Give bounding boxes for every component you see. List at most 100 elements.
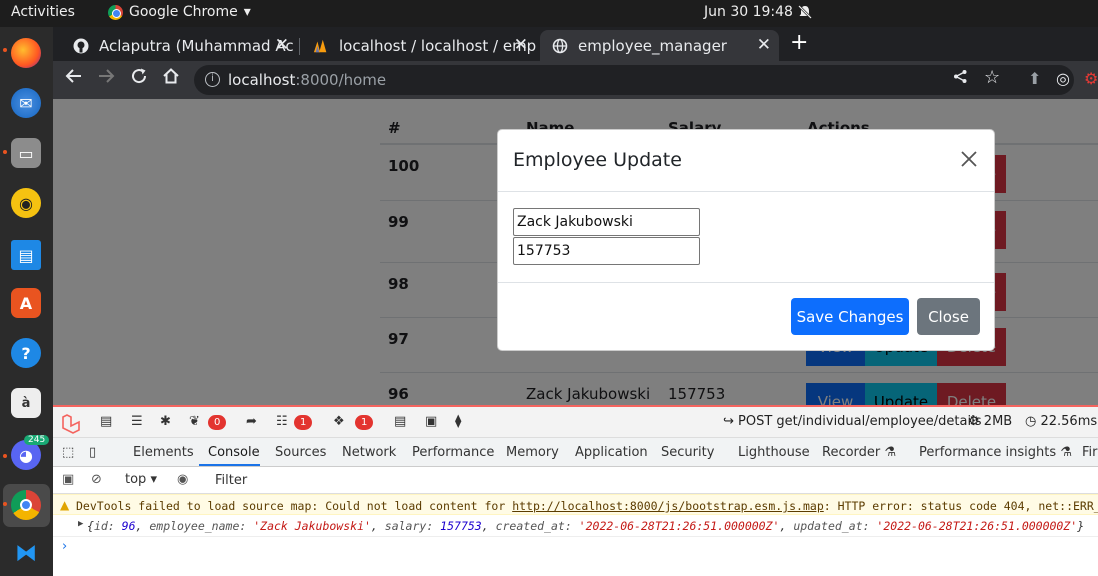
views-leaf-icon[interactable]: ❦ (189, 414, 200, 429)
github-icon (73, 38, 89, 54)
close-tab-icon[interactable]: ✕ (514, 35, 528, 55)
extension-icon[interactable]: ⚙ (1084, 69, 1098, 88)
inspect-element-icon[interactable]: ⬚ (62, 445, 74, 460)
chrome-dock-icon[interactable] (11, 490, 41, 520)
tab-sources[interactable]: Sources (275, 445, 326, 460)
reload-button[interactable] (130, 67, 148, 90)
tab-security[interactable]: Security (661, 445, 714, 460)
tab-network[interactable]: Network (342, 445, 396, 460)
chevron-down-icon: ▾ (243, 4, 251, 20)
live-expression-eye-icon[interactable]: ◉ (177, 472, 188, 487)
devtools-tab-strip: ⬚ ▯ Elements Console Sources Network Per… (53, 438, 1098, 467)
exceptions-bug-icon[interactable]: ✱ (160, 414, 171, 429)
tab-performance[interactable]: Performance (412, 445, 494, 460)
recorder-extension-icon[interactable]: ◎ (1056, 69, 1070, 88)
request-tags-icon[interactable]: ⧫ (455, 414, 461, 429)
tab-title: employee_manager (578, 36, 727, 55)
new-tab-button[interactable]: + (790, 30, 808, 55)
sidebar-toggle-icon[interactable]: ▣ (62, 472, 74, 487)
warning-icon: ▲ (60, 498, 70, 512)
messages-panel-icon[interactable]: ▤ (100, 414, 112, 429)
context-selector[interactable]: top ▾ (125, 472, 157, 487)
software-icon[interactable]: A (11, 288, 41, 318)
timeline-panel-icon[interactable]: ☰ (131, 414, 143, 429)
app-name: Google Chrome (129, 4, 238, 20)
address-bar[interactable]: i localhost:8000/home ☆ (194, 65, 1074, 95)
vscode-icon[interactable]: ⧓ (11, 538, 41, 568)
bell-off-icon[interactable] (797, 4, 813, 24)
models-cubes-icon[interactable]: ❖ (333, 414, 345, 429)
devtools-panel: ▤ ☰ ✱ ❦ 0 ➦ ☷ 1 ❖ 1 ▤ ▣ ⧫ ↪ POST get/ind… (53, 405, 1098, 576)
files-icon[interactable]: ▭ (11, 138, 41, 168)
employee-name-input[interactable] (513, 208, 700, 236)
mail-panel-icon[interactable]: ▤ (394, 414, 406, 429)
console-log-entry[interactable]: ▶ {id: 96, employee_name: 'Zack Jakubows… (53, 515, 1098, 537)
close-tab-icon[interactable]: ✕ (275, 35, 289, 55)
tab-phpmyadmin[interactable]: localhost / localhost / emp ✕ (301, 30, 536, 61)
session-panel-icon[interactable]: ▣ (425, 414, 437, 429)
chrome-icon (108, 4, 123, 20)
tab-github[interactable]: Aclaputra (Muhammad Ac ✕ (61, 30, 297, 61)
route-arrow-icon[interactable]: ➦ (246, 414, 257, 429)
logged-object: {id: 96, employee_name: 'Zack Jakubowski… (87, 519, 1085, 533)
app-menu[interactable]: Google Chrome ▾ (108, 4, 251, 20)
running-indicator (3, 48, 7, 52)
messages-count-badge: 0 (208, 415, 227, 430)
dock: ✉ ▭ ◉ ▤ A ? à ◕ 245 ⧓ (0, 27, 53, 576)
tab-application[interactable]: Application (575, 445, 648, 460)
tab-memory[interactable]: Memory (506, 445, 559, 460)
text-editor-icon[interactable]: à (11, 388, 41, 418)
discord-badge: 245 (24, 435, 50, 445)
browser-toolbar: i localhost:8000/home ☆ ⬆ ◎ ⚙ (53, 61, 1098, 99)
models-count-badge: 1 (355, 415, 374, 430)
active-tab-indicator (199, 464, 260, 466)
request-time: ◷ 22.56ms (1025, 414, 1098, 429)
tab-lighthouse[interactable]: Lighthouse (738, 445, 810, 460)
modal-close-icon[interactable] (961, 147, 977, 171)
tab-recorder[interactable]: Recorder ⚗ (822, 445, 896, 460)
close-button[interactable]: Close (917, 298, 980, 335)
rhythmbox-icon[interactable]: ◉ (11, 188, 41, 218)
console-warning: ▲ DevTools failed to load source map: Co… (53, 494, 1098, 515)
share-icon[interactable] (953, 69, 968, 88)
modal-title: Employee Update (513, 149, 682, 171)
bookmark-star-icon[interactable]: ☆ (984, 67, 1000, 88)
expand-triangle-icon[interactable]: ▶ (78, 519, 83, 529)
database-icon[interactable]: ☷ (276, 414, 288, 429)
employee-salary-input[interactable] (513, 237, 700, 265)
tab-firebase[interactable]: Fire (1082, 445, 1098, 460)
running-indicator (3, 150, 7, 154)
tab-title: localhost / localhost / emp (339, 36, 536, 55)
console-filter-input[interactable]: Filter (215, 473, 247, 488)
request-info[interactable]: ↪ POST get/individual/employee/details (723, 414, 981, 429)
console-toolbar: ▣ ⊘ top ▾ ◉ Filter (53, 467, 1098, 494)
extension-icon[interactable]: ⬆ (1028, 69, 1041, 88)
close-tab-icon[interactable]: ✕ (757, 35, 771, 55)
libreoffice-writer-icon[interactable]: ▤ (11, 240, 41, 270)
thunderbird-icon[interactable]: ✉ (11, 88, 41, 118)
modal-header: Employee Update (498, 130, 994, 192)
laravel-logo-icon[interactable] (61, 414, 83, 438)
memory-usage: ⚙ 2MB (968, 414, 1013, 429)
home-button[interactable] (162, 67, 180, 90)
device-toolbar-icon[interactable]: ▯ (89, 445, 96, 460)
activities-button[interactable]: Activities (11, 4, 75, 20)
clock[interactable]: Jun 30 19:48 (704, 4, 793, 20)
globe-icon (552, 38, 568, 54)
tab-elements[interactable]: Elements (133, 445, 194, 460)
tab-console[interactable]: Console (208, 445, 260, 460)
save-changes-button[interactable]: Save Changes (791, 298, 909, 335)
tab-employee-manager[interactable]: employee_manager ✕ (540, 30, 779, 61)
console-prompt[interactable]: › (62, 539, 67, 554)
forward-button[interactable] (97, 67, 115, 90)
help-icon[interactable]: ? (11, 338, 41, 368)
system-top-bar: Activities Google Chrome ▾ Jun 30 19:48 (0, 0, 1098, 27)
source-map-link[interactable]: http://localhost:8000/js/bootstrap.esm.j… (512, 499, 824, 513)
site-info-icon[interactable]: i (205, 72, 220, 87)
tab-performance-insights[interactable]: Performance insights ⚗ (919, 445, 1072, 460)
clear-console-icon[interactable]: ⊘ (91, 472, 102, 487)
firefox-icon[interactable] (11, 38, 41, 68)
back-button[interactable] (65, 67, 83, 90)
url-text: localhost:8000/home (228, 71, 387, 89)
warning-text: DevTools failed to load source map: Coul… (76, 499, 1098, 513)
